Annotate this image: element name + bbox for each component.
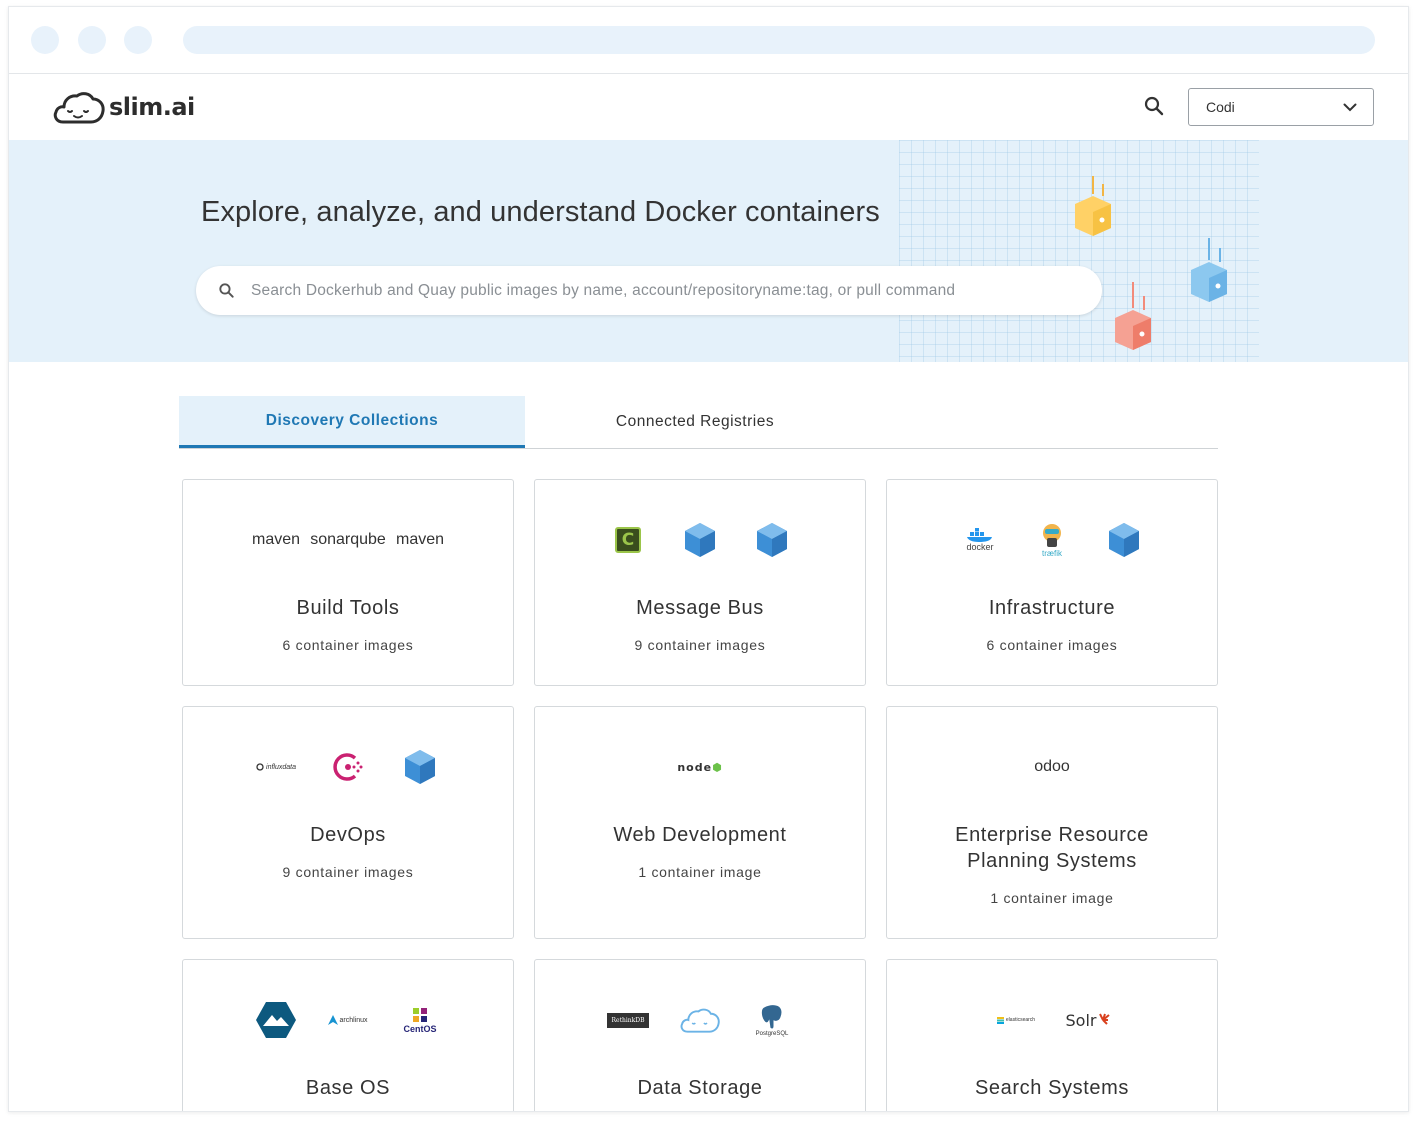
collection-card[interactable]: C Message Bus 9 container images bbox=[534, 479, 866, 686]
collection-count: 6 container images bbox=[986, 637, 1118, 653]
logo-text: sonarqube bbox=[310, 531, 386, 548]
browser-chrome bbox=[9, 7, 1408, 74]
collection-logos: node⬢ bbox=[535, 747, 865, 787]
maven-logo-icon: maven bbox=[251, 520, 301, 560]
collection-logos: docker træfik bbox=[887, 520, 1217, 560]
generic-cube-logo-icon bbox=[749, 520, 795, 560]
logo-text: PostgreSQL bbox=[755, 1031, 789, 1037]
window-dot bbox=[124, 26, 152, 54]
collection-card[interactable]: odoo Enterprise Resource Planning Systems 1… bbox=[886, 706, 1218, 939]
maven-logo-icon: maven bbox=[395, 520, 445, 560]
chevron-down-icon bbox=[1343, 103, 1357, 111]
docker-logo-icon: docker bbox=[957, 520, 1003, 560]
cloud-logo-icon bbox=[53, 92, 105, 124]
collection-title: Web Development bbox=[613, 824, 787, 846]
collection-card[interactable]: node⬢ Web Development 1 container image bbox=[534, 706, 866, 939]
search-icon bbox=[219, 283, 234, 298]
yellow-box-icon bbox=[1075, 176, 1111, 236]
logo-text: maven bbox=[251, 531, 301, 548]
brand-name: slim.ai bbox=[109, 93, 195, 121]
generic-cube-logo-icon bbox=[1101, 520, 1147, 560]
address-bar[interactable] bbox=[183, 26, 1375, 54]
collection-card[interactable]: elasticsearch Solr Search Systems bbox=[886, 959, 1218, 1111]
traefik-logo-icon: træfik bbox=[1029, 520, 1075, 560]
collection-title: Enterprise Resource Planning Systems bbox=[955, 824, 1149, 872]
collections-grid: maven sonarqube maven Build Tools 6 containe… bbox=[182, 473, 1219, 1111]
collection-card[interactable]: influxdata DevOps 9 container images bbox=[182, 706, 514, 939]
image-search-box[interactable] bbox=[196, 266, 1102, 315]
logo-text: træfik bbox=[1042, 548, 1062, 558]
collection-count: 1 container image bbox=[638, 864, 762, 880]
user-name: Codi bbox=[1206, 99, 1235, 115]
generic-cube-logo-icon bbox=[677, 520, 723, 560]
collection-card[interactable]: maven sonarqube maven Build Tools 6 containe… bbox=[182, 479, 514, 686]
slim-cloud-logo-icon bbox=[677, 1000, 723, 1040]
logo-text: maven bbox=[395, 531, 445, 548]
user-dropdown[interactable]: Codi bbox=[1188, 88, 1374, 126]
collection-count: 6 container images bbox=[282, 637, 414, 653]
logo-text: odoo bbox=[1034, 758, 1070, 775]
search-icon[interactable] bbox=[1143, 95, 1165, 117]
elasticsearch-logo-icon: elasticsearch bbox=[993, 1000, 1039, 1040]
collection-count: 9 container images bbox=[282, 864, 414, 880]
collection-title: Build Tools bbox=[296, 597, 400, 619]
logo-text: CentOS bbox=[403, 1024, 437, 1034]
collection-logos: odoo bbox=[887, 747, 1217, 787]
collection-title: Message Bus bbox=[636, 597, 764, 619]
rethinkdb-logo-icon: RethinkDB bbox=[605, 1000, 651, 1040]
collection-card[interactable]: archlinux CentOS Base OS bbox=[182, 959, 514, 1111]
hero-title: Explore, analyze, and understand Docker … bbox=[201, 196, 880, 228]
logo-text: elasticsearch bbox=[1005, 1017, 1036, 1023]
collection-title: Infrastructure bbox=[988, 597, 1116, 619]
alpine-logo-icon bbox=[253, 1000, 299, 1040]
collection-title: Data Storage bbox=[637, 1077, 763, 1099]
blue-box-icon bbox=[1191, 238, 1227, 302]
influxdata-logo-icon: influxdata bbox=[253, 747, 299, 787]
postgresql-logo-icon: PostgreSQL bbox=[749, 1000, 795, 1040]
collection-title: Base OS bbox=[305, 1077, 391, 1099]
centos-logo-icon: CentOS bbox=[397, 1000, 443, 1040]
celery-logo-icon: C bbox=[605, 520, 651, 560]
collection-logos: RethinkDB PostgreSQL bbox=[535, 1000, 865, 1040]
logo-text: archlinux bbox=[339, 1016, 368, 1024]
window-dot bbox=[31, 26, 59, 54]
brand-logo[interactable]: slim.ai bbox=[53, 89, 195, 125]
window-dot bbox=[78, 26, 106, 54]
logo-text: docker bbox=[966, 542, 994, 552]
collection-title: DevOps bbox=[310, 824, 386, 846]
collection-card[interactable]: docker træfik Infrastructure 6 container im… bbox=[886, 479, 1218, 686]
logo-text: influxdata bbox=[266, 763, 296, 771]
collection-tabs: Discovery Collections Connected Registri… bbox=[179, 396, 1218, 449]
collection-count: 1 container image bbox=[990, 890, 1114, 906]
collection-title: Search Systems bbox=[974, 1077, 1129, 1099]
tab-connected-registries[interactable]: Connected Registries bbox=[525, 396, 865, 448]
consul-logo-icon bbox=[325, 747, 371, 787]
nodejs-logo-icon: node⬢ bbox=[677, 760, 723, 774]
image-search-input[interactable] bbox=[251, 281, 1071, 300]
red-box-icon bbox=[1115, 282, 1151, 350]
sonarqube-logo-icon: sonarqube bbox=[310, 520, 386, 560]
solr-logo-icon: Solr bbox=[1065, 1000, 1111, 1040]
collection-logos: C bbox=[535, 520, 865, 560]
archlinux-logo-icon: archlinux bbox=[325, 1000, 371, 1040]
odoo-logo-icon: odoo bbox=[1029, 747, 1075, 787]
collection-logos: maven sonarqube maven bbox=[183, 520, 513, 560]
collection-logos: archlinux CentOS bbox=[183, 1000, 513, 1040]
tab-discovery-collections[interactable]: Discovery Collections bbox=[179, 396, 525, 448]
collection-logos: influxdata bbox=[183, 747, 513, 787]
hero-banner: Explore, analyze, and understand Docker … bbox=[9, 140, 1408, 362]
collection-logos: elasticsearch Solr bbox=[887, 1000, 1217, 1040]
top-navigation: slim.ai Codi bbox=[9, 74, 1408, 140]
generic-cube-logo-icon bbox=[397, 747, 443, 787]
collection-card[interactable]: RethinkDB PostgreSQL Data Storage bbox=[534, 959, 866, 1111]
collection-count: 9 container images bbox=[634, 637, 766, 653]
